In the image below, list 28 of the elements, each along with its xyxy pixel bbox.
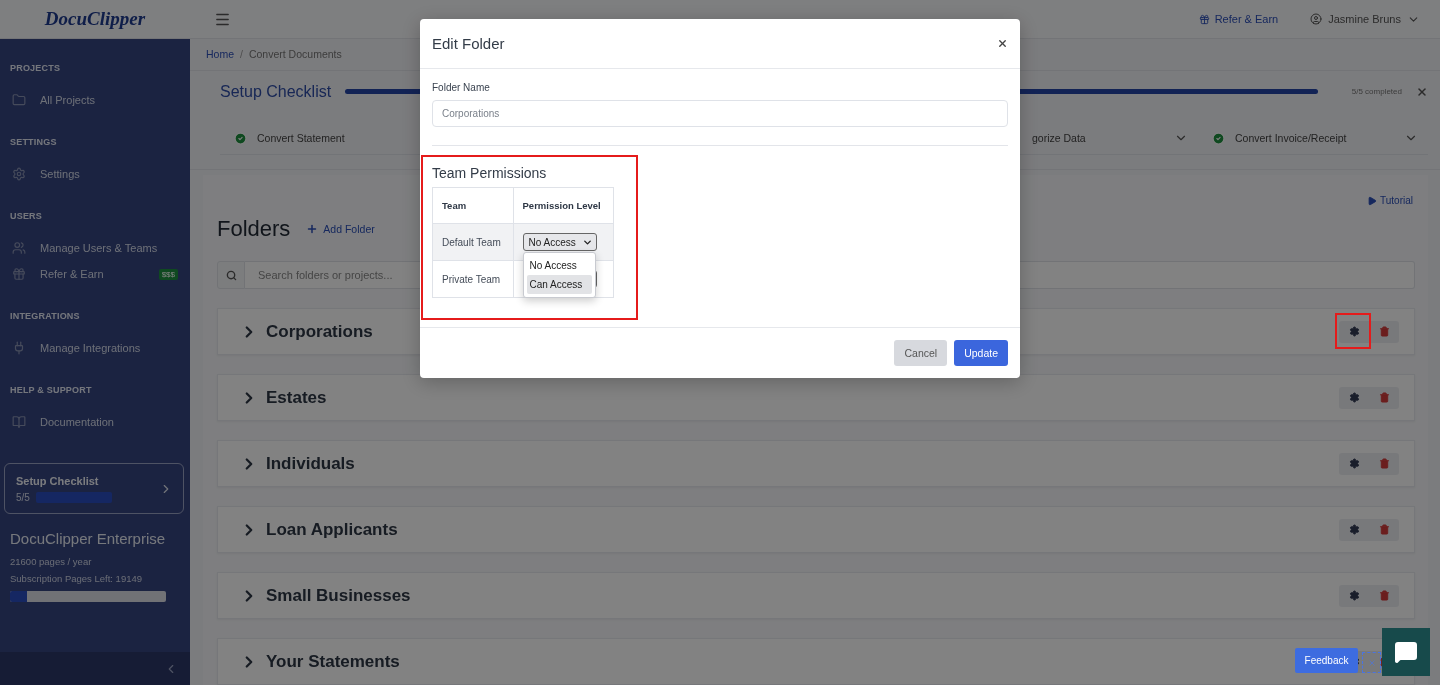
section-title: PROJECTS	[9, 62, 62, 75]
column-header: Permission Level	[513, 187, 614, 224]
folder-name: Individuals	[266, 453, 355, 474]
pages-left: Subscription Pages Left: 19149	[9, 572, 144, 586]
checklist-count: 5/5	[16, 492, 30, 503]
folder-name: Small Businesses	[266, 585, 411, 606]
plan-quota: 21600 pages / year	[9, 555, 93, 569]
breadcrumb-separator: /	[240, 48, 243, 61]
checklist-title: Setup Checklist	[16, 475, 100, 487]
page-title: Folders	[217, 216, 291, 242]
table-cell: Private Team	[432, 260, 514, 298]
folder-name: Estates	[266, 387, 327, 408]
column-header: Team	[432, 187, 514, 224]
badge: $$$	[158, 268, 178, 280]
section-title: HELP & SUPPORT	[9, 384, 93, 397]
logo: DocuClipper	[43, 8, 147, 30]
section-title: Team Permissions	[432, 165, 548, 181]
table-cell: Default Team	[432, 223, 514, 261]
checklist-heading: Setup Checklist	[220, 82, 332, 101]
dialog-title: Edit Folder	[432, 35, 505, 52]
folder-name: Your Statements	[266, 651, 400, 672]
section-title: SETTINGS	[9, 136, 58, 149]
section-title: USERS	[9, 210, 43, 223]
field-label: Folder Name	[432, 82, 491, 93]
section-title: INTEGRATIONS	[9, 310, 81, 323]
plan-name: DocuClipper Enterprise	[9, 529, 167, 549]
folder-name: Corporations	[266, 321, 373, 342]
folder-name: Loan Applicants	[266, 519, 398, 540]
